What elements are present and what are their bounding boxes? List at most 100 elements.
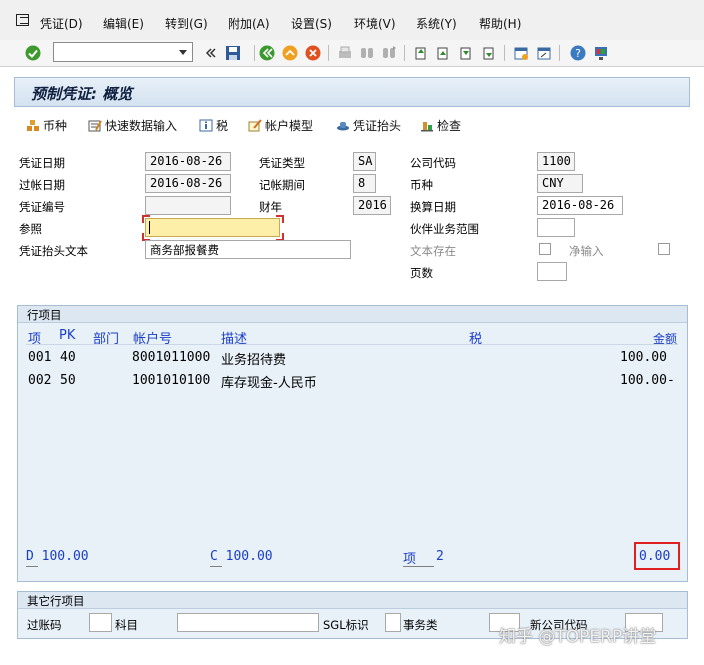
- menu-edit[interactable]: 编辑(E): [103, 15, 144, 32]
- partner-ba-field[interactable]: [537, 218, 575, 237]
- currency-button-label: 币种: [43, 119, 68, 133]
- shortcut-icon[interactable]: [535, 44, 553, 62]
- menu-system[interactable]: 系统(Y): [416, 15, 457, 32]
- header-text-field[interactable]: 商务部报餐费: [145, 240, 351, 259]
- translation-date-label: 换算日期: [410, 200, 456, 214]
- currency-field[interactable]: CNY: [537, 174, 583, 193]
- currency-button[interactable]: 币种: [26, 117, 67, 135]
- sgl-indicator-label: SGL标识: [323, 618, 369, 632]
- first-page-icon[interactable]: [412, 44, 430, 62]
- doc-type-field[interactable]: SA: [353, 152, 376, 171]
- sgl-indicator-field[interactable]: [385, 613, 401, 632]
- screen-title-bar: 预制凭证: 概览: [14, 77, 690, 107]
- row-amount: 100.00-: [620, 373, 675, 388]
- exit-icon[interactable]: [281, 44, 299, 62]
- fast-entry-button-label: 快速数据输入: [105, 119, 178, 133]
- check-icon[interactable]: [24, 44, 42, 62]
- find-icon[interactable]: [358, 44, 376, 62]
- app-menu-icon[interactable]: [16, 14, 29, 26]
- line-items-group-title: 行项目: [27, 308, 62, 322]
- reference-label: 参照: [19, 222, 42, 236]
- menu-settings[interactable]: 设置(S): [291, 15, 332, 32]
- credit-underline: [210, 566, 222, 567]
- debit-underline: [26, 566, 38, 567]
- check-button[interactable]: 检查: [420, 117, 461, 135]
- doc-number-label: 凭证编号: [19, 200, 65, 214]
- print-icon[interactable]: [336, 44, 354, 62]
- pages-field[interactable]: [537, 262, 567, 281]
- posting-key-label: 过账码: [27, 618, 62, 632]
- back-arrow-icon[interactable]: [202, 44, 216, 62]
- back-icon[interactable]: [258, 44, 276, 62]
- menu-extras[interactable]: 附加(A): [228, 15, 270, 32]
- header-divider: [26, 344, 678, 345]
- menu-document[interactable]: 凭证(D): [40, 15, 83, 32]
- doc-header-button[interactable]: 凭证抬头: [336, 117, 401, 135]
- balance-highlight: [634, 542, 680, 570]
- account-field[interactable]: [177, 613, 319, 632]
- fiscal-year-label: 财年: [259, 200, 282, 214]
- toolbar-divider: [254, 45, 255, 61]
- posting-date-label: 过帐日期: [19, 178, 65, 192]
- menu-goto[interactable]: 转到(G): [165, 15, 208, 32]
- cancel-icon[interactable]: [304, 44, 322, 62]
- hat-icon: [337, 122, 349, 131]
- column-header-pk: PK: [59, 328, 76, 343]
- partner-ba-label: 伙伴业务范围: [410, 222, 479, 236]
- posting-key-field[interactable]: [89, 613, 112, 632]
- menu-bar: 凭证(D) 编辑(E) 转到(G) 附加(A) 设置(S) 环境(V) 系统(Y…: [0, 0, 704, 41]
- doc-date-field[interactable]: 2016-08-26: [145, 152, 231, 171]
- row-pk: 40: [60, 350, 76, 365]
- save-icon[interactable]: [224, 44, 242, 62]
- translation-date-field[interactable]: 2016-08-26: [537, 196, 623, 215]
- standard-toolbar: ?: [0, 40, 704, 107]
- text-exists-checkbox[interactable]: [539, 243, 551, 255]
- find-next-icon[interactable]: [380, 44, 398, 62]
- new-session-icon[interactable]: [512, 44, 530, 62]
- company-code-field[interactable]: 1100: [537, 152, 575, 171]
- other-items-group-title: 其它行项目: [27, 594, 85, 608]
- reference-field[interactable]: [145, 218, 280, 237]
- fiscal-year-field[interactable]: 2016: [353, 196, 391, 215]
- row-account: 8001011000: [132, 350, 211, 365]
- text-exists-label: 文本存在: [410, 244, 456, 258]
- toolbar-divider: [328, 45, 329, 61]
- help-icon[interactable]: ?: [569, 44, 587, 62]
- layout-icon[interactable]: [592, 44, 610, 62]
- account-model-button[interactable]: 帐户模型: [248, 117, 313, 135]
- watermark: 知乎 @TOPERP讲堂: [499, 627, 657, 647]
- focus-corner: [276, 215, 284, 223]
- transaction-type-label: 事务类: [403, 618, 438, 632]
- items-count: 2: [436, 549, 444, 564]
- next-page-icon[interactable]: [457, 44, 475, 62]
- row-account: 1001010100: [132, 373, 211, 388]
- net-entry-checkbox[interactable]: [658, 243, 670, 255]
- prev-page-icon[interactable]: [434, 44, 452, 62]
- doc-number-field[interactable]: [145, 196, 231, 215]
- toolbar-divider: [559, 45, 560, 61]
- net-entry-label: 净输入: [569, 244, 604, 258]
- svg-text:?: ?: [575, 47, 581, 60]
- page-title: 预制凭证: 概览: [31, 85, 133, 103]
- command-field[interactable]: [53, 42, 193, 62]
- company-code-label: 公司代码: [410, 156, 456, 170]
- currency-label: 币种: [410, 178, 433, 192]
- row-description: 业务招待费: [221, 353, 287, 368]
- dropdown-arrow-icon[interactable]: [179, 50, 187, 55]
- doc-type-label: 凭证类型: [259, 156, 305, 170]
- menu-environment[interactable]: 环境(V): [354, 15, 396, 32]
- posting-date-field[interactable]: 2016-08-26: [145, 174, 231, 193]
- account-model-button-label: 帐户模型: [265, 119, 314, 133]
- focus-corner: [142, 215, 150, 223]
- line-items-group-header: 行项目: [18, 306, 687, 323]
- pencil-doc-icon: [248, 119, 262, 132]
- fast-entry-button[interactable]: 快速数据输入: [88, 117, 177, 135]
- period-field[interactable]: 8: [353, 174, 376, 193]
- last-page-icon[interactable]: [480, 44, 498, 62]
- coins-icon: [27, 120, 39, 131]
- toolbar-divider: [504, 45, 505, 61]
- row-item: 002: [28, 373, 52, 388]
- doc-header-button-label: 凭证抬头: [353, 119, 402, 133]
- tax-button[interactable]: 税: [199, 117, 228, 135]
- menu-help[interactable]: 帮助(H): [479, 15, 521, 32]
